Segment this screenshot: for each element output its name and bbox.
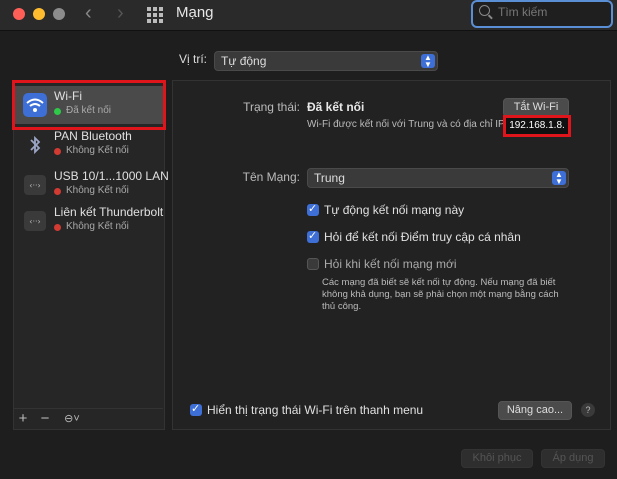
show-status-checkbox[interactable] bbox=[190, 402, 202, 416]
ethernet-icon: ‹··› bbox=[24, 211, 46, 231]
close-window-button[interactable] bbox=[13, 8, 25, 20]
service-status: Không Kết nối bbox=[66, 221, 129, 232]
service-list-toolbar: + − ⊖˅ bbox=[13, 408, 163, 429]
svg-text:‹··›: ‹··› bbox=[29, 181, 40, 190]
service-name: USB 10/1...1000 LAN bbox=[54, 169, 169, 183]
network-name-value: Trung bbox=[314, 171, 345, 185]
remove-service-button[interactable]: − bbox=[35, 409, 55, 429]
advanced-button[interactable]: Nâng cao... bbox=[498, 401, 572, 420]
service-item-thunderbolt[interactable]: ‹··› Liên kết Thunderbolt Không Kết nối bbox=[14, 202, 164, 240]
window-title: Mạng bbox=[176, 4, 214, 21]
auto-join-label: Tự động kết nối mạng này bbox=[324, 203, 465, 217]
status-value: Đã kết nối bbox=[307, 100, 365, 114]
service-list: Wi-Fi Đã kết nối PAN Bluetooth Không Kết… bbox=[13, 80, 169, 430]
auto-join-checkbox[interactable] bbox=[307, 202, 319, 216]
ask-new-networks-label: Hỏi khi kết nối mạng mới bbox=[324, 257, 457, 271]
service-name: PAN Bluetooth bbox=[54, 129, 132, 143]
service-name: Liên kết Thunderbolt bbox=[54, 205, 164, 219]
ask-hotspot-label: Hỏi để kết nối Điểm truy cập cá nhân bbox=[324, 230, 521, 244]
minimize-window-button[interactable] bbox=[33, 8, 45, 20]
ethernet-icon: ‹··› bbox=[24, 175, 46, 195]
ask-hotspot-checkbox[interactable] bbox=[307, 229, 319, 243]
ask-new-networks-checkbox[interactable] bbox=[307, 258, 319, 270]
status-label: Trạng thái: bbox=[243, 100, 300, 114]
forward-arrow-icon[interactable]: › bbox=[117, 2, 124, 25]
show-status-label: Hiển thị trạng thái Wi-Fi trên thanh men… bbox=[207, 403, 424, 417]
network-name-select[interactable]: Trung ▲ ▼ bbox=[307, 168, 569, 188]
wifi-highlight-box bbox=[12, 80, 166, 130]
add-service-button[interactable]: + bbox=[13, 409, 33, 429]
location-value: Tự động bbox=[221, 54, 267, 68]
ask-description: Các mạng đã biết sẽ kết nối tự động. Nếu… bbox=[322, 277, 559, 312]
back-arrow-icon[interactable]: ‹ bbox=[85, 2, 92, 25]
zoom-window-button[interactable] bbox=[53, 8, 65, 20]
help-button[interactable]: ? bbox=[581, 403, 595, 417]
select-stepper-icon: ▲ ▼ bbox=[552, 171, 566, 186]
status-dot-red bbox=[54, 148, 61, 155]
revert-button[interactable]: Khôi phục bbox=[461, 449, 533, 468]
action-menu-button[interactable]: ⊖˅ bbox=[57, 409, 87, 429]
network-name-label: Tên Mạng: bbox=[242, 170, 300, 184]
service-status: Không Kết nối bbox=[66, 145, 129, 156]
service-item-usb-lan[interactable]: ‹··› USB 10/1...1000 LAN Không Kết nối bbox=[14, 166, 169, 204]
service-item-bluetooth[interactable]: PAN Bluetooth Không Kết nối bbox=[14, 126, 164, 164]
apply-button[interactable]: Áp dụng bbox=[541, 449, 605, 468]
status-dot-red bbox=[54, 224, 61, 231]
show-all-grid-icon[interactable] bbox=[147, 7, 163, 23]
status-dot-red bbox=[54, 188, 61, 195]
bluetooth-icon bbox=[30, 135, 41, 155]
service-status: Không Kết nối bbox=[66, 185, 129, 196]
ip-address: 192.168.1.8. bbox=[503, 115, 571, 137]
search-icon bbox=[479, 5, 490, 16]
search-placeholder: Tìm kiếm bbox=[498, 5, 548, 19]
location-select[interactable]: Tự động ▲ ▼ bbox=[214, 51, 438, 71]
location-label: Vị trí: bbox=[179, 52, 208, 66]
status-description: Wi-Fi được kết nối với Trung và có địa c… bbox=[307, 119, 505, 130]
search-field[interactable]: Tìm kiếm bbox=[471, 0, 613, 28]
svg-text:‹··›: ‹··› bbox=[29, 217, 40, 226]
select-stepper-icon: ▲ ▼ bbox=[421, 54, 435, 69]
